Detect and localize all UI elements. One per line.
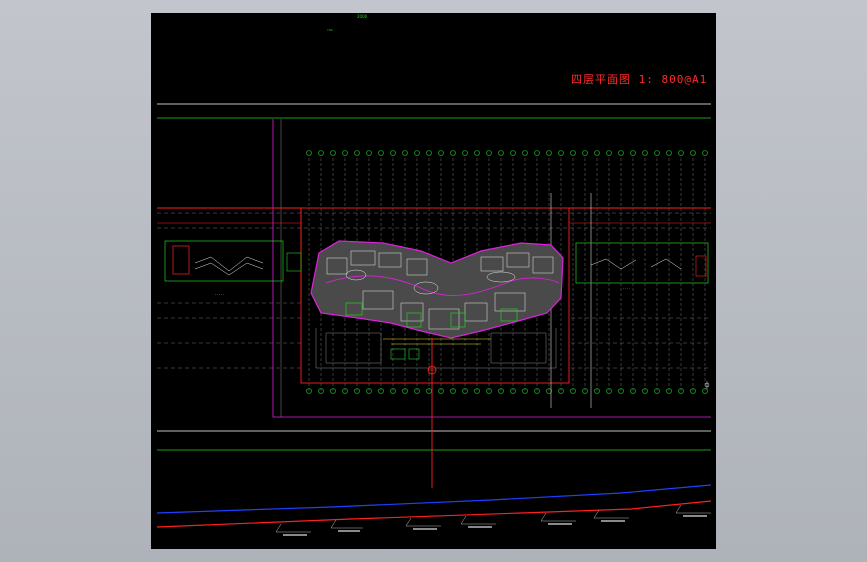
svg-text:- - - -: - - - -	[623, 286, 630, 290]
grid-bubbles-top	[306, 150, 708, 156]
floor-plan-drawing: 2000 Y00 - - - - - - - - -	[156, 14, 712, 536]
red-road-line	[156, 500, 712, 528]
elevation-texts	[283, 515, 707, 536]
north-arrow-icon	[704, 381, 710, 389]
right-annex: - - - -	[575, 242, 709, 290]
elevation-callouts	[275, 504, 711, 533]
sheet-title: 四层平面图 1: 800@A1	[571, 73, 708, 86]
cad-viewer: 2000 Y00 - - - - - - - - - 四层平面图 1: 800@…	[0, 0, 867, 562]
red-outline-left	[157, 207, 302, 303]
svg-text:- - - - -: - - - - -	[215, 292, 224, 296]
main-building	[310, 240, 564, 369]
top-mark-1: 2000	[357, 14, 368, 19]
top-mark-2: Y00	[327, 28, 333, 32]
left-annex: - - - - -	[164, 240, 302, 296]
grid-bubbles-bottom	[306, 388, 708, 394]
drawing-canvas[interactable]: 2000 Y00 - - - - - - - - - 四层平面图 1: 800@…	[151, 13, 716, 549]
